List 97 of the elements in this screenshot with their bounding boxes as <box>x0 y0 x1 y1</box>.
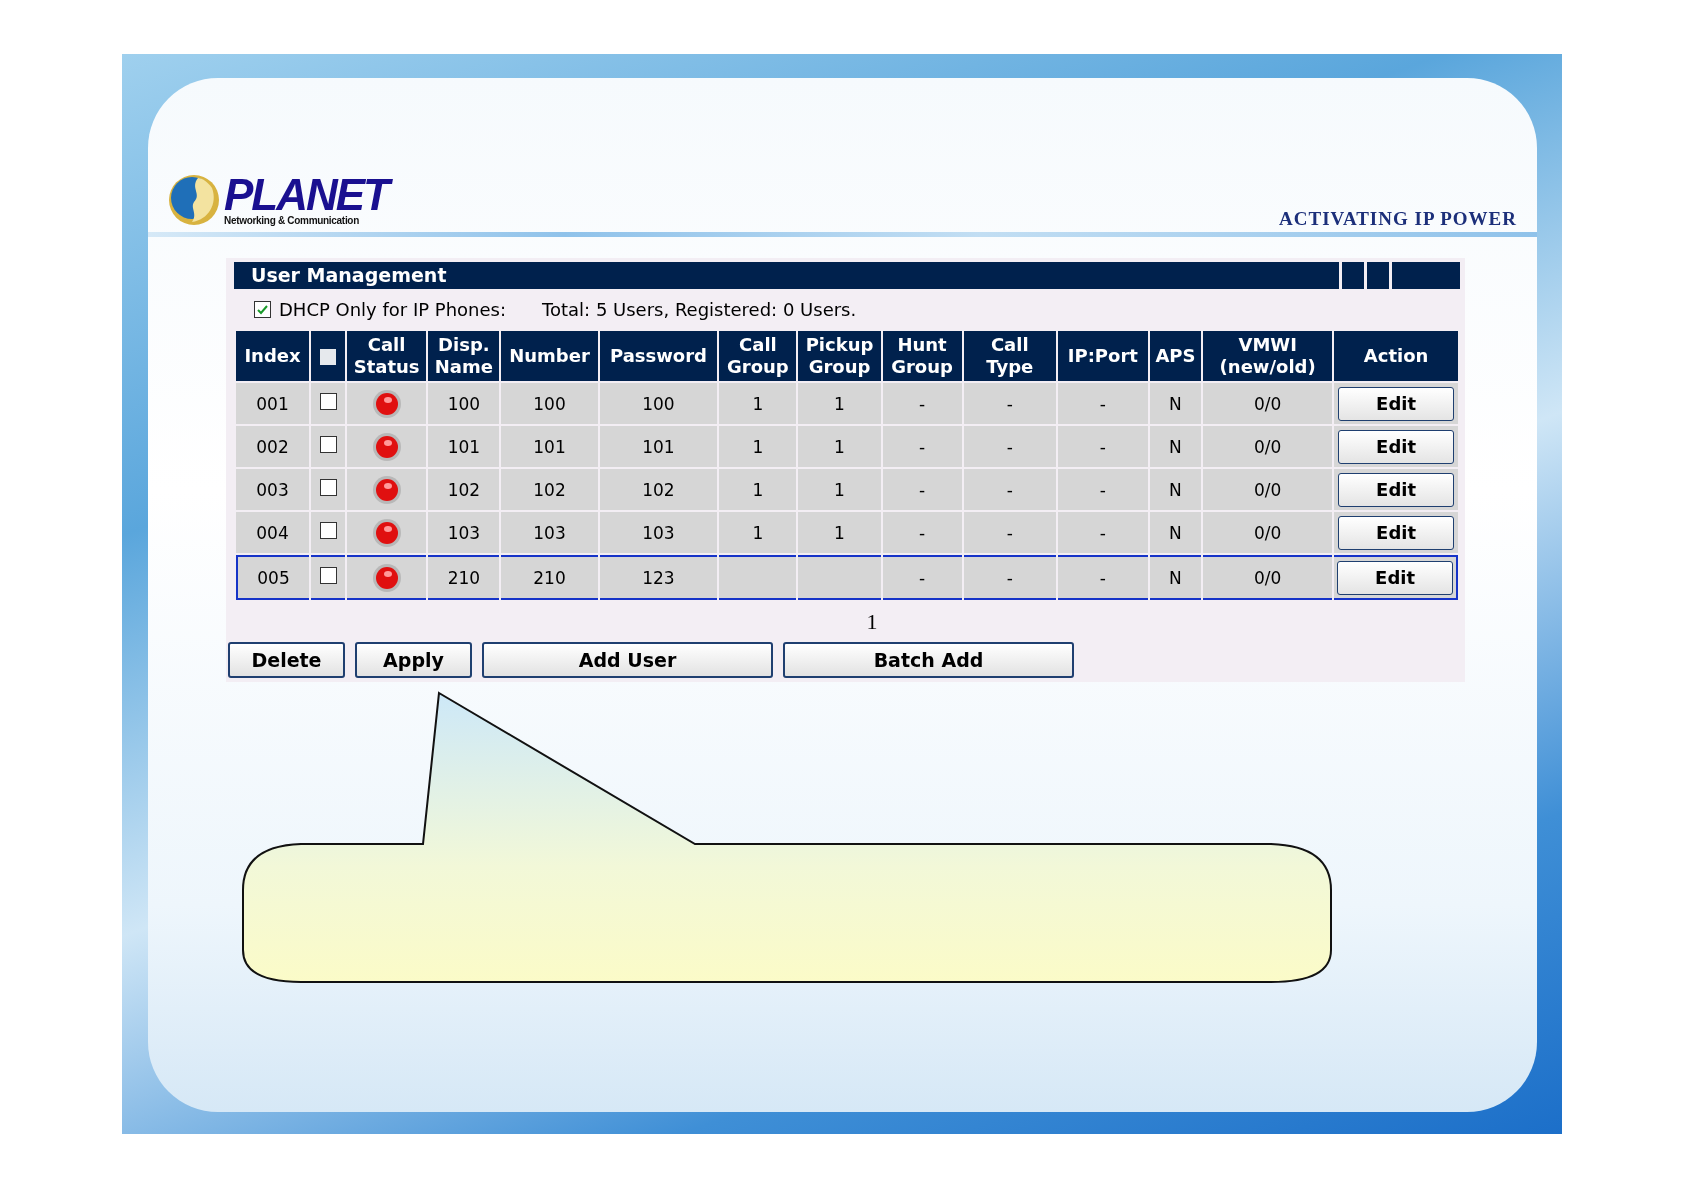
table-cell: 0/0 <box>1254 567 1282 588</box>
table-cell: 003 <box>256 479 289 500</box>
table-cell: 100 <box>642 393 675 414</box>
status-light-icon <box>371 388 402 419</box>
table-cell: - <box>1099 479 1106 500</box>
table-cell: 1 <box>834 522 845 543</box>
table-cell: - <box>1006 567 1013 588</box>
row-checkbox[interactable] <box>319 393 337 410</box>
column-header: Password <box>599 331 718 381</box>
table-cell: 102 <box>642 479 675 500</box>
status-light-icon <box>371 517 402 548</box>
table-cell: - <box>1006 479 1013 500</box>
title-bar-segment <box>1392 262 1460 289</box>
select-all-checkbox[interactable] <box>320 349 336 365</box>
table-cell: 1 <box>834 436 845 457</box>
table-cell: 102 <box>447 479 481 500</box>
table-cell: - <box>1099 567 1106 588</box>
action-button[interactable]: Add User <box>482 642 773 678</box>
column-header: APS <box>1149 331 1202 381</box>
table-cell: 0/0 <box>1254 522 1282 543</box>
table-cell: 0/0 <box>1254 393 1282 414</box>
table-cell: 0/0 <box>1254 479 1282 500</box>
dhcp-label: DHCP Only for IP Phones: <box>279 298 507 320</box>
edit-button[interactable]: Edit <box>1338 472 1455 507</box>
table-cell: 101 <box>533 436 566 457</box>
table-cell: 100 <box>533 393 566 414</box>
edit-button[interactable]: Edit <box>1338 386 1455 421</box>
action-button[interactable]: Batch Add <box>783 642 1074 678</box>
edit-button[interactable]: Edit <box>1338 515 1455 550</box>
table-cell: 005 <box>257 567 290 588</box>
column-header: IP:Port <box>1057 331 1148 381</box>
table-cell: - <box>1006 393 1013 414</box>
table-cell: 101 <box>447 436 481 457</box>
table-cell: N <box>1169 567 1182 588</box>
table-cell: 1 <box>752 522 764 543</box>
column-header: Pickup Group <box>798 331 881 381</box>
column-header: Hunt Group <box>882 331 962 381</box>
table-cell: 1 <box>752 393 764 414</box>
table-cell: 100 <box>447 393 481 414</box>
column-header: VMWI (new/old) <box>1203 331 1333 381</box>
table-cell: - <box>919 479 926 500</box>
table-cell: 103 <box>533 522 566 543</box>
table-cell: N <box>1169 393 1182 414</box>
table-cell: - <box>1099 436 1106 457</box>
page-number[interactable]: 1 <box>866 609 878 634</box>
column-header: Action <box>1334 331 1458 381</box>
table-cell: 004 <box>256 522 289 543</box>
column-header: Call Type <box>963 331 1056 381</box>
table-cell: 210 <box>447 567 481 588</box>
table-cell: 210 <box>533 567 566 588</box>
edit-button[interactable]: Edit <box>1337 560 1454 595</box>
row-checkbox[interactable] <box>319 479 337 496</box>
table-cell: 103 <box>447 522 481 543</box>
title-bar-segment <box>1367 262 1389 289</box>
table-cell: 1 <box>834 479 845 500</box>
table-cell: 101 <box>642 436 675 457</box>
column-header: Number <box>501 331 598 381</box>
table-cell: 102 <box>533 479 566 500</box>
status-light-icon <box>371 474 402 505</box>
table-cell: N <box>1169 436 1182 457</box>
column-header: Call Status <box>347 331 427 381</box>
table-cell: N <box>1169 479 1182 500</box>
table-cell: 103 <box>642 522 675 543</box>
action-button[interactable]: Apply <box>355 642 472 678</box>
table-cell: 001 <box>256 393 289 414</box>
status-light-icon <box>371 431 402 462</box>
table-cell: N <box>1169 522 1182 543</box>
logo-subtitle: Networking & Communication <box>224 214 360 226</box>
row-checkbox[interactable] <box>319 522 337 539</box>
title-bar-segment <box>1342 262 1364 289</box>
table-cell: 1 <box>752 436 764 457</box>
column-header: Call Group <box>719 331 797 381</box>
column-header: Disp. Name <box>428 331 500 381</box>
table-cell: 1 <box>834 393 845 414</box>
dhcp-checkbox[interactable] <box>254 300 271 318</box>
action-button[interactable]: Delete <box>228 642 345 678</box>
row-checkbox[interactable] <box>319 436 337 453</box>
panel-title: User Management <box>234 262 1339 289</box>
table-cell: 1 <box>752 479 764 500</box>
table-cell: - <box>919 436 926 457</box>
edit-button[interactable]: Edit <box>1338 429 1455 464</box>
tagline: ACTIVATING IP POWER <box>1279 208 1517 230</box>
table-cell: 002 <box>256 436 289 457</box>
table-cell: - <box>1006 436 1013 457</box>
table-cell: - <box>919 522 926 543</box>
table-cell: - <box>1006 522 1013 543</box>
table-cell: 123 <box>642 567 675 588</box>
column-header: Index <box>236 331 309 381</box>
row-checkbox[interactable] <box>319 567 337 584</box>
table-cell: 0/0 <box>1254 436 1282 457</box>
status-light-icon <box>371 562 402 593</box>
table-cell: - <box>1099 393 1106 414</box>
table-cell: - <box>919 393 926 414</box>
table-cell: - <box>919 567 926 588</box>
globe-logo-icon <box>168 174 220 226</box>
user-summary: Total: 5 Users, Registered: 0 Users. <box>542 298 857 320</box>
table-cell: - <box>1099 522 1106 543</box>
